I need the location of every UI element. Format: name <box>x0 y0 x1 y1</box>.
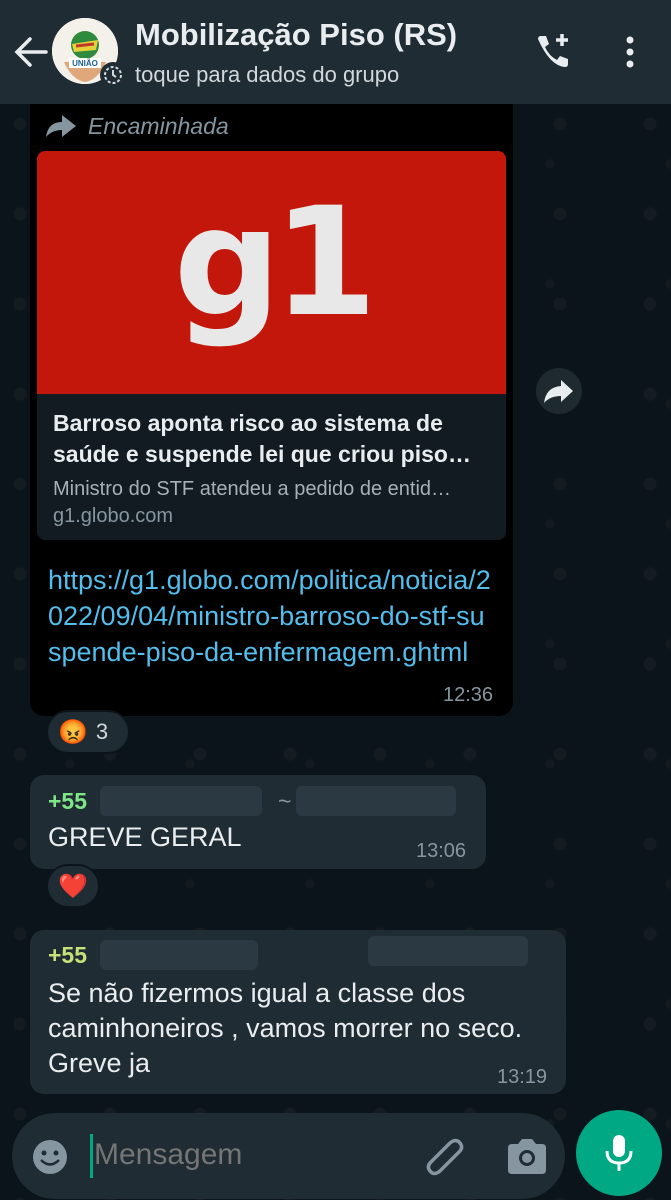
add-call-button[interactable] <box>530 30 574 74</box>
forward-icon <box>46 115 76 137</box>
g1-logo: g1 <box>173 175 378 350</box>
message-link[interactable]: https://g1.globo.com/politica/noticia/20… <box>48 562 498 670</box>
camera-icon <box>508 1139 546 1174</box>
link-preview-image[interactable]: g1 <box>37 151 506 394</box>
attach-button[interactable] <box>422 1133 468 1179</box>
link-preview-title: Barroso aponta risco ao sistema de saúde… <box>53 410 471 467</box>
share-icon <box>544 380 573 403</box>
link-preview-description: Ministro do STF atendeu a pedido de enti… <box>53 478 452 500</box>
voice-message-button[interactable] <box>576 1110 662 1196</box>
more-vert-icon <box>626 36 634 68</box>
share-button[interactable] <box>536 368 582 414</box>
redacted-pushname <box>368 936 528 966</box>
reaction-pill[interactable]: ❤️ <box>46 864 100 908</box>
reaction-count: 3 <box>95 719 109 744</box>
forwarded-label: Encaminhada <box>88 113 229 139</box>
sender-separator: ~ <box>278 788 292 814</box>
reaction-pill[interactable]: 😡 3 <box>46 710 130 754</box>
message-time: 13:06 <box>416 840 467 862</box>
chat-header[interactable]: UNIÃO Mobilização Piso (RS) toque para d… <box>0 0 671 104</box>
reaction-emoji: 😡 <box>58 718 88 746</box>
chat-subtitle[interactable]: toque para dados do grupo <box>135 62 399 88</box>
camera-button[interactable] <box>504 1134 550 1178</box>
group-status-icon <box>104 66 122 84</box>
reaction-emoji: ❤️ <box>58 872 88 900</box>
chat-title[interactable]: Mobilização Piso (RS) <box>135 17 457 53</box>
message-input[interactable] <box>94 1138 394 1172</box>
add-call-icon <box>538 34 568 67</box>
redacted-phone <box>100 940 258 970</box>
message-text: GREVE GERAL <box>48 822 242 852</box>
emoji-button[interactable] <box>30 1137 70 1177</box>
back-button[interactable] <box>10 32 50 72</box>
more-options-button[interactable] <box>612 30 648 74</box>
text-caret <box>90 1134 93 1178</box>
message-time: 12:36 <box>443 684 494 706</box>
back-arrow-icon <box>14 37 48 67</box>
redacted-phone <box>100 786 262 816</box>
message-text: Se não fizermos igual a classe dos camin… <box>48 978 523 1078</box>
redacted-pushname <box>296 786 456 816</box>
emoji-icon <box>33 1140 67 1174</box>
mic-icon <box>605 1135 633 1171</box>
attach-icon <box>426 1138 464 1176</box>
sender-name[interactable]: +55 <box>48 942 87 969</box>
link-preview-domain: g1.globo.com <box>53 505 174 527</box>
message-time: 13:19 <box>497 1066 548 1088</box>
group-status-badge <box>100 62 126 88</box>
svg-text:UNIÃO: UNIÃO <box>72 59 98 68</box>
sender-name[interactable]: +55 <box>48 788 87 815</box>
